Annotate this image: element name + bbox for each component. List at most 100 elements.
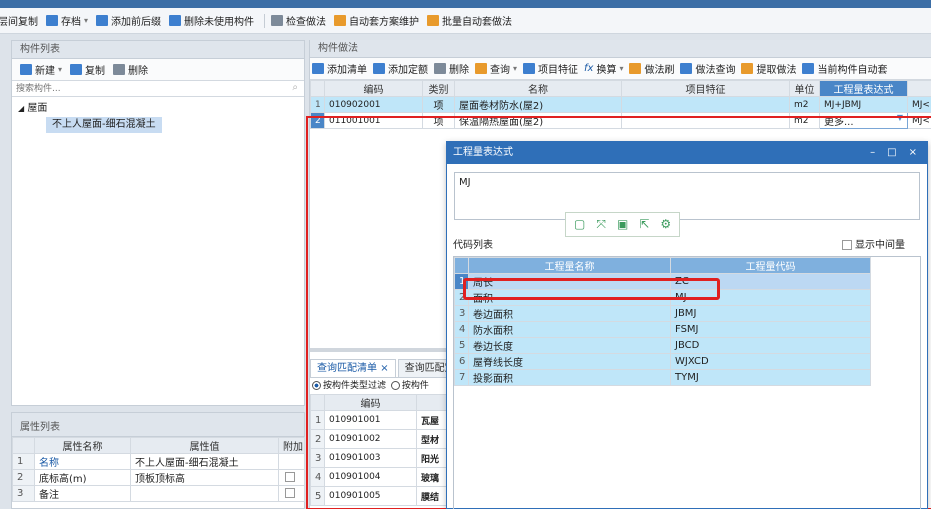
auto-apply-button[interactable]: 当前构件自动套	[802, 59, 887, 79]
method-query-icon	[680, 63, 693, 74]
chevron-down-icon: ▾	[619, 64, 624, 73]
close-icon[interactable]: ×	[380, 363, 388, 374]
quantity-code-header: 工程量代码	[670, 257, 871, 274]
code-row[interactable]: 3 卷边面积 JBMJ	[454, 305, 871, 322]
table-row[interactable]: 1 010902001 项 屋面卷材防水(屋2) m2 MJ+JBMJ MJ<	[310, 96, 931, 113]
convert-button[interactable]: fx 换算 ▾	[584, 59, 623, 79]
copy-icon[interactable]: ▢	[574, 217, 585, 232]
auto-scheme-icon	[334, 15, 347, 26]
component-method-title: 构件做法	[310, 40, 931, 58]
export-icon[interactable]: ⇱	[639, 217, 649, 232]
code-row[interactable]: 5 卷边长度 JBCD	[454, 337, 871, 354]
window-top-strip	[0, 0, 931, 8]
check-method-icon	[271, 15, 284, 26]
add-prefix-suffix-icon	[96, 15, 109, 26]
table-row-selected[interactable]: 2 011001001 项 保温隔热屋面(屋2) m2 更多... ▼ MJ<	[310, 112, 931, 129]
code-list-label: 代码列表	[453, 240, 493, 251]
component-list-title: 构件列表	[12, 41, 304, 59]
minimize-icon[interactable]: –	[870, 142, 875, 164]
property-row[interactable]: 3 备注	[12, 485, 305, 502]
quantity-name-header: 工程量名称	[468, 257, 671, 274]
method-query-button[interactable]: 做法查询	[680, 59, 735, 79]
new-component-button[interactable]: 新建 ▾	[20, 60, 62, 80]
code-row[interactable]: 6 屋脊线长度 WJXCD	[454, 353, 871, 370]
property-row[interactable]: 2 底标高(m) 顶板顶标高	[12, 469, 305, 486]
tree-node-selected-component[interactable]: 不上人屋面-细石混凝土	[46, 117, 162, 133]
floating-action-bar: ▢ ⤧ ▣ ⇱ ⚙	[565, 212, 681, 237]
table-row[interactable]: 3 010901003 阳光	[310, 448, 451, 468]
code-list-box: 工程量名称 工程量代码 1 周长 ZC 2 面积 MJ 3 卷边面积 JBMJ 4 防水面积 FS…	[453, 256, 921, 509]
expression-dialog: 工程量表达式 – □ × MJ ▢ ⤧ ▣ ⇱ ⚙ 代码列表 显示中间量 工程量…	[446, 141, 928, 509]
extra-checkbox[interactable]	[285, 488, 295, 498]
table-row[interactable]: 5 010901005 膜结	[310, 486, 451, 506]
table-row[interactable]: 1 010901001 瓦屋	[310, 410, 451, 430]
expand-icon[interactable]: ⤧	[596, 217, 606, 232]
chevron-down-icon: ▾	[84, 16, 89, 25]
search-icon[interactable]: ⌕	[292, 82, 298, 93]
extra-checkbox[interactable]	[285, 472, 295, 482]
property-name-header: 属性名称	[34, 437, 131, 454]
delete-unused-icon	[169, 15, 182, 26]
add-quota-button[interactable]: 添加定额	[373, 59, 428, 79]
name-header: 名称	[454, 80, 622, 97]
delete-unused-button[interactable]: 删除未使用构件	[169, 11, 254, 31]
close-icon[interactable]: ×	[909, 142, 917, 164]
query-result-table: 编码 1 010901001 瓦屋 2 010901002 型材 3 010901003 阳…	[310, 394, 451, 506]
add-quota-icon	[373, 63, 385, 74]
property-list-panel: 属性列表 属性名称 属性值 附加 1 名称 不上人屋面-细石混凝土 2 底标高(m) 顶板顶…	[11, 412, 305, 509]
table-row[interactable]: 2 010901002 型材	[310, 429, 451, 449]
dialog-title: 工程量表达式	[453, 147, 513, 158]
filter-component-radio[interactable]	[390, 381, 400, 390]
auto-scheme-button[interactable]: 自动套方案维护	[334, 11, 419, 31]
query-filter-bar: 按构件类型过滤 按构件	[310, 378, 450, 394]
type-header: 类别	[422, 80, 455, 97]
tab-query-list[interactable]: 查询匹配清单 ×	[310, 359, 396, 377]
add-prefix-suffix-button[interactable]: 添加前后缀	[96, 11, 161, 31]
method-table: 编码 类别 名称 项目特征 单位 工程量表达式 1 010902001 项 屋面…	[310, 80, 931, 129]
table-row[interactable]: 4 010901004 玻璃	[310, 467, 451, 487]
maximize-icon[interactable]: □	[887, 142, 896, 164]
code-list-table: 工程量名称 工程量代码 1 周长 ZC 2 面积 MJ 3 卷边面积 JBMJ 4 防水面积 FS…	[454, 257, 871, 386]
settings-icon[interactable]: ⚙	[660, 217, 671, 232]
check-method-button[interactable]: 检查做法	[271, 11, 326, 31]
tab-query-quota[interactable]: 查询匹配定	[397, 359, 450, 377]
delete-icon	[113, 64, 126, 75]
query-code-header: 编码	[324, 394, 417, 411]
code-row[interactable]: 2 面积 MJ	[454, 289, 871, 306]
save-icon[interactable]: ▣	[617, 217, 628, 232]
brush-icon	[629, 63, 642, 74]
query-button[interactable]: 查询 ▾	[475, 59, 517, 79]
copy-icon	[70, 64, 83, 75]
item-feature-button[interactable]: 项目特征	[523, 59, 578, 79]
tree-node-roof[interactable]: ◢ 屋面	[18, 101, 304, 117]
component-list-panel: 构件列表 新建▾ 复制 删除 ⌕ ◢ 屋面 不上人屋面-细石混凝土	[11, 40, 305, 406]
delete-method-button[interactable]: 删除	[434, 59, 469, 79]
archive-button[interactable]: 存档 ▾	[46, 11, 88, 31]
expression-dropdown[interactable]: 更多... ▼	[819, 112, 908, 129]
property-row[interactable]: 1 名称 不上人屋面-细石混凝土	[12, 453, 305, 470]
chevron-down-icon[interactable]: ▼	[897, 114, 903, 123]
property-value-header: 属性值	[130, 437, 279, 454]
auto-apply-icon	[802, 63, 815, 74]
property-list-title: 属性列表	[12, 413, 304, 437]
panel-splitter[interactable]	[310, 348, 450, 352]
code-row[interactable]: 4 防水面积 FSMJ	[454, 321, 871, 338]
method-toolbar: 添加清单 添加定额 删除 查询 ▾ 项目特征 fx 换算 ▾ 做法刷 做法查询 提取做…	[310, 58, 931, 80]
filter-type-radio[interactable]	[312, 381, 321, 390]
tree-expand-icon[interactable]: ◢	[18, 104, 24, 113]
add-list-button[interactable]: 添加清单	[312, 59, 367, 79]
layer-copy-button[interactable]: 层间复制	[0, 11, 38, 31]
show-intermediate-checkbox[interactable]	[842, 240, 852, 250]
dialog-title-bar: 工程量表达式 – □ ×	[447, 142, 927, 164]
extract-method-button[interactable]: 提取做法	[741, 59, 796, 79]
method-brush-button[interactable]: 做法刷	[629, 59, 674, 79]
chevron-down-icon: ▾	[513, 64, 518, 73]
code-row[interactable]: 7 投影面积 TYMJ	[454, 369, 871, 386]
delete-component-button[interactable]: 删除	[113, 60, 148, 80]
code-row-selected[interactable]: 1 周长 ZC	[454, 273, 871, 290]
copy-component-button[interactable]: 复制	[70, 60, 105, 80]
show-intermediate-toggle[interactable]: 显示中间量	[842, 238, 905, 254]
batch-auto-button[interactable]: 批量自动套做法	[427, 11, 512, 31]
expression-input[interactable]: MJ	[454, 172, 920, 220]
component-search-input[interactable]	[12, 81, 292, 96]
